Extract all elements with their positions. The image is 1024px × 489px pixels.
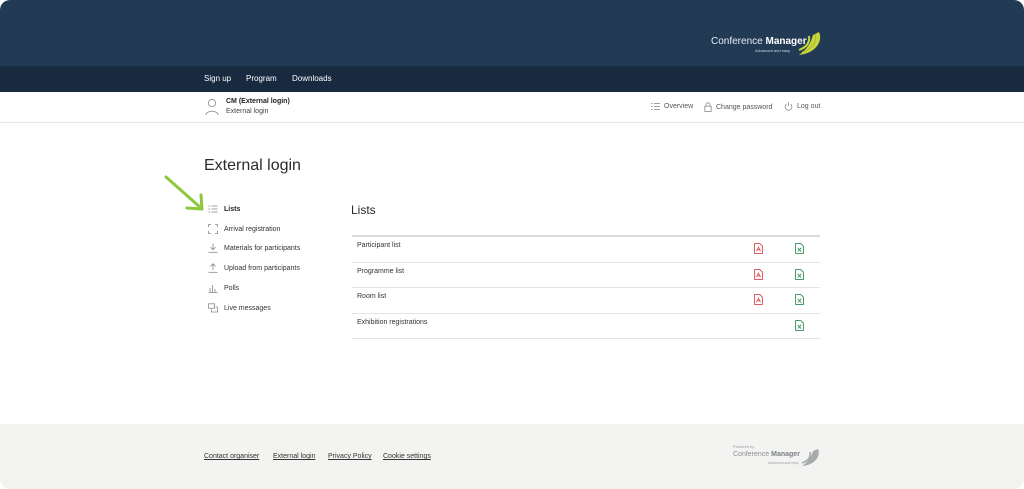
sidebar-item-materials[interactable]: Materials for participants xyxy=(208,241,300,255)
overview-link[interactable]: Overview xyxy=(651,102,693,111)
table-row: Participant list xyxy=(352,237,820,263)
brand-name: Conference Manager xyxy=(711,36,807,47)
footer-link-contact-organiser[interactable]: Contact organiser xyxy=(204,453,259,460)
excel-download-icon[interactable] xyxy=(795,268,804,280)
table-row: Exhibition registrations xyxy=(352,314,820,339)
footer: Contact organiser External login Privacy… xyxy=(0,424,1024,489)
sidebar-item-label: Upload from participants xyxy=(224,264,300,272)
banana-logo-icon xyxy=(801,449,819,466)
row-label: Programme list xyxy=(357,267,405,275)
change-password-label: Change password xyxy=(716,103,773,111)
lock-icon xyxy=(704,102,712,112)
top-header: Conference Manager Advanced and easy xyxy=(0,0,1024,66)
scan-icon xyxy=(208,224,218,234)
excel-download-icon[interactable] xyxy=(795,319,804,331)
logout-link[interactable]: Log out xyxy=(784,102,820,111)
table-row: Programme list xyxy=(352,263,820,288)
excel-download-icon[interactable] xyxy=(795,243,804,254)
footer-link-privacy-policy[interactable]: Privacy Policy xyxy=(328,453,372,460)
list-icon xyxy=(651,103,660,110)
pdf-download-icon[interactable] xyxy=(754,268,763,280)
pdf-download-icon[interactable] xyxy=(754,243,763,254)
list-icon xyxy=(208,205,218,213)
main-nav: Sign up Program Downloads xyxy=(0,66,1024,92)
overview-label: Overview xyxy=(664,103,694,110)
sidebar-item-label: Live messages xyxy=(224,304,271,312)
sidebar-item-arrival-registration[interactable]: Arrival registration xyxy=(208,222,280,236)
download-icon xyxy=(208,243,218,253)
row-label: Room list xyxy=(357,293,387,300)
lists-heading: Lists xyxy=(351,203,376,217)
chat-icon xyxy=(208,303,218,313)
sidebar-item-lists[interactable]: Lists xyxy=(208,202,240,216)
sidebar-item-label: Polls xyxy=(224,284,240,292)
user-name: CM (External login) xyxy=(226,98,290,105)
nav-sign-up[interactable]: Sign up xyxy=(204,74,231,83)
lists-table: Participant list Programme list Room lis xyxy=(352,235,820,339)
brand-tagline: Advanced and easy xyxy=(755,48,791,53)
highlight-arrow-icon xyxy=(164,175,204,211)
nav-downloads[interactable]: Downloads xyxy=(292,74,332,83)
sidebar-item-polls[interactable]: Polls xyxy=(208,281,239,295)
change-password-link[interactable]: Change password xyxy=(704,102,772,112)
powered-by-label: Powered by xyxy=(733,444,755,449)
logout-label: Log out xyxy=(797,103,821,110)
row-label: Participant list xyxy=(357,242,401,249)
user-role: External login xyxy=(226,108,269,115)
powered-by-logo[interactable]: Powered by Conference Manager Advanced a… xyxy=(733,444,825,470)
brand-logo-block[interactable]: Conference Manager Advanced and easy xyxy=(711,31,831,59)
powered-tagline: Advanced and easy xyxy=(768,461,799,465)
nav-program[interactable]: Program xyxy=(246,74,277,83)
user-avatar-icon xyxy=(205,98,219,116)
sidebar-item-label: Materials for participants xyxy=(224,244,301,252)
excel-download-icon[interactable] xyxy=(795,294,804,305)
page-frame: Conference Manager Advanced and easy Sig… xyxy=(0,0,1024,489)
sidebar-item-upload[interactable]: Upload from participants xyxy=(208,261,300,275)
sidebar-item-live-messages[interactable]: Live messages xyxy=(208,301,271,315)
footer-link-external-login[interactable]: External login xyxy=(273,453,315,460)
table-row: Room list xyxy=(352,288,820,314)
user-bar: CM (External login) External login Overv… xyxy=(0,92,1024,123)
banana-logo-icon xyxy=(798,32,821,55)
footer-link-cookie-settings[interactable]: Cookie settings xyxy=(383,453,431,460)
sidebar-item-label: Lists xyxy=(224,205,241,213)
power-icon xyxy=(784,102,793,111)
upload-icon xyxy=(208,263,218,273)
bar-chart-icon xyxy=(208,285,218,293)
pdf-download-icon[interactable] xyxy=(754,294,763,305)
page-title: External login xyxy=(204,157,301,174)
powered-brand-name: Conference Manager xyxy=(733,451,800,458)
row-label: Exhibition registrations xyxy=(357,318,428,326)
sidebar-item-label: Arrival registration xyxy=(224,225,281,233)
